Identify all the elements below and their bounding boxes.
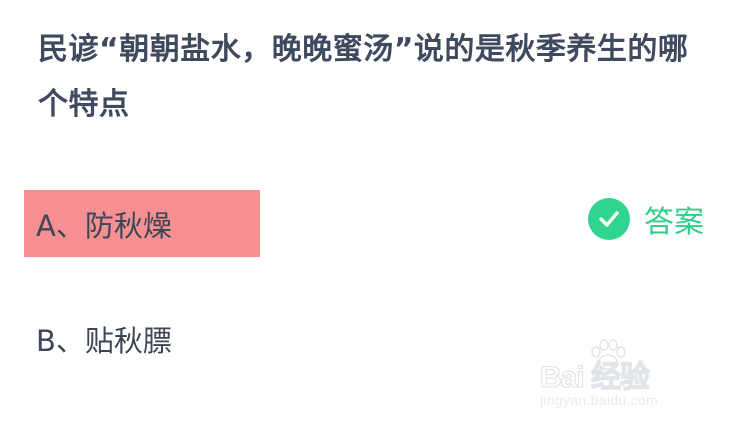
answer-button[interactable]: 答案 (588, 196, 704, 242)
watermark-url: jingyan.baidu.com (540, 392, 658, 408)
question-text: 民谚“朝朝盐水，晚晚蜜汤”说的是秋季养生的哪个特点 (38, 32, 689, 122)
check-circle-icon (588, 198, 630, 240)
baidu-jingyan-watermark: Bai 经验 jingyan.baidu.com (539, 338, 708, 410)
option-b[interactable]: B、贴秋膘 (24, 305, 260, 372)
watermark-brand: Bai 经验 (539, 360, 650, 394)
paw-icon (588, 338, 628, 376)
option-b-label: B、贴秋膘 (36, 323, 172, 358)
answer-label: 答案 (644, 205, 704, 240)
option-a-label: A、防秋燥 (36, 208, 172, 243)
option-a[interactable]: A、防秋燥 (24, 190, 260, 257)
